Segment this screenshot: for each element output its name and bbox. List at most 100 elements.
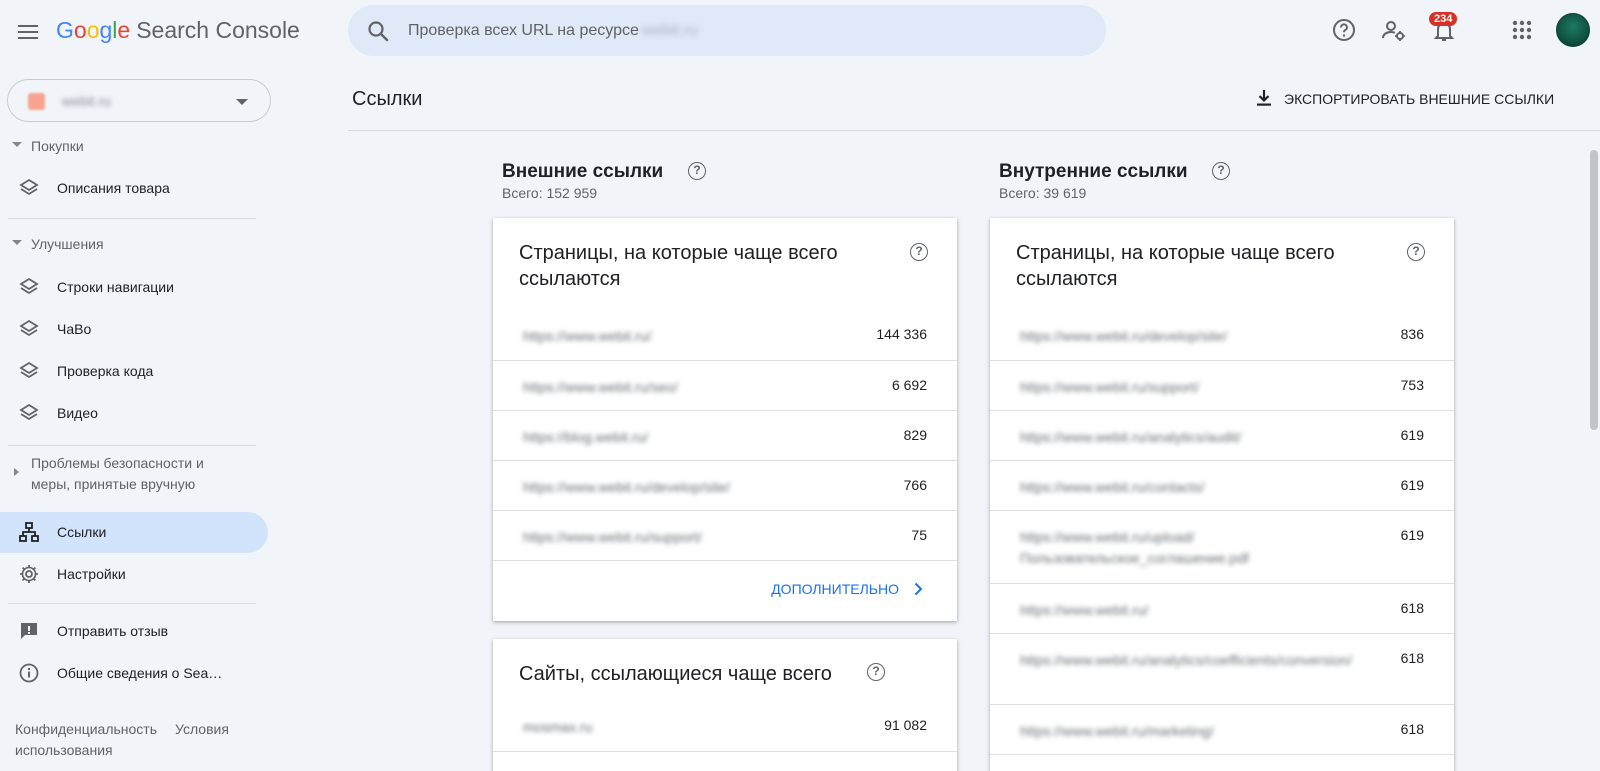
scrollbar-thumb[interactable] — [1590, 150, 1598, 430]
section-security[interactable]: Проблемы безопасности и меры, принятые в… — [0, 451, 250, 497]
account-settings-icon[interactable] — [1380, 16, 1408, 44]
link-url: https://www.webit.ru/analytics/audit/ — [1020, 429, 1241, 445]
sidebar-item-label: ЧаВо — [57, 321, 92, 337]
header-divider — [348, 130, 1600, 131]
export-external-links-button[interactable]: ЭКСПОРТИРОВАТЬ ВНЕШНИЕ ССЫЛКИ — [1250, 86, 1580, 110]
search-console-logo[interactable]: Google Search Console — [56, 17, 300, 44]
sidebar-item-settings[interactable]: Настройки — [0, 554, 268, 595]
card-title: Страницы, на которые чаще всего ссылаютс… — [519, 242, 838, 290]
link-count: 619 — [1400, 527, 1424, 543]
sidebar-item-label: Проверка кода — [57, 363, 154, 379]
more-details-link[interactable]: ДОПОЛНИТЕЛЬНО — [727, 577, 927, 601]
link-count: 829 — [903, 427, 927, 443]
more-details-label: ДОПОЛНИТЕЛЬНО — [771, 581, 899, 597]
link-url: https://www.webit.ru/ — [523, 328, 652, 344]
section-label: Покупки — [31, 138, 84, 154]
link-url: https://www.webit.ru/upload/Пользователь… — [1020, 529, 1249, 566]
link-url: https://www.webit.ru/ — [1020, 602, 1149, 618]
expand-triangle-icon — [14, 468, 19, 476]
link-count: 618 — [1400, 650, 1424, 666]
table-row[interactable]: https://www.webit.ru/seo/ 6 692 — [493, 361, 957, 411]
help-icon[interactable] — [1330, 16, 1358, 44]
page-title: Ссылки — [352, 88, 423, 110]
link-count: 618 — [1400, 721, 1424, 737]
link-url: https://www.webit.ru/contacts/ — [1020, 479, 1205, 495]
link-count: 91 082 — [884, 717, 927, 733]
sidebar-item-label: Ссылки — [57, 524, 107, 540]
link-count: 144 336 — [876, 326, 927, 342]
sidebar-item-code-check[interactable]: Проверка кода — [0, 351, 268, 392]
table-row[interactable]: https://www.webit.ru/support/ 753 — [990, 361, 1454, 411]
privacy-link[interactable]: Конфиденциальность — [15, 721, 157, 737]
internal-links-title: Внутренние ссылки — [999, 161, 1188, 182]
footer-links: Конфиденциальность Условия использования — [15, 719, 265, 761]
sidebar-item-label: Отправить отзыв — [57, 623, 169, 639]
section-shopping[interactable]: Покупки — [0, 134, 270, 158]
link-url: https://www.webit.ru/support/ — [1020, 379, 1199, 395]
link-url: https://www.webit.ru/develop/site/ — [523, 479, 730, 495]
sidebar-item-about[interactable]: Общие сведения о Sea… — [0, 653, 268, 694]
table-row[interactable]: https://www.webit.ru/develop/site/ 836 — [990, 310, 1454, 361]
account-avatar[interactable] — [1556, 13, 1590, 47]
table-row[interactable]: https://www.webit.ru/contacts/ 619 — [990, 461, 1454, 511]
property-selector[interactable]: webit.ru — [7, 79, 271, 122]
internal-top-pages-card: Страницы, на которые чаще всего ссылаютс… — [990, 218, 1454, 771]
sidebar-item-label: Строки навигации — [57, 279, 174, 295]
sidebar-item-breadcrumbs[interactable]: Строки навигации — [0, 267, 268, 308]
table-row[interactable]: https://www.webit.ru/upload/Пользователь… — [990, 511, 1454, 584]
logo-letter: G — [56, 17, 74, 43]
link-count: 6 692 — [891, 377, 927, 393]
help-icon[interactable]: ? — [1212, 162, 1230, 180]
sidebar-divider — [8, 603, 256, 604]
table-row[interactable]: https://www.webit.ru/analytics/audit/ 61… — [990, 411, 1454, 461]
main-menu-icon[interactable] — [14, 18, 42, 46]
card-title: Страницы, на которые чаще всего ссылаютс… — [1016, 242, 1335, 290]
sidebar-item-label: Видео — [57, 405, 98, 421]
info-icon — [19, 663, 39, 683]
table-row[interactable]: https://www.webit.ru/analytics/coefficie… — [990, 634, 1454, 705]
gear-icon — [20, 565, 38, 583]
property-name: webit.ru — [62, 93, 112, 109]
download-icon — [1257, 90, 1271, 106]
table-row[interactable]: https://www.webit.ru/ 618 — [990, 584, 1454, 634]
help-icon[interactable]: ? — [910, 243, 928, 261]
sidebar-item-links[interactable]: Ссылки — [0, 512, 268, 553]
logo-letter: o — [86, 17, 100, 43]
layers-icon — [19, 178, 39, 196]
link-count: 619 — [1400, 427, 1424, 443]
help-icon[interactable]: ? — [688, 162, 706, 180]
sidebar-item-faq[interactable]: ЧаВо — [0, 309, 268, 350]
logo-letter: e — [117, 17, 131, 43]
sidebar-item-label: Настройки — [57, 566, 126, 582]
feedback-icon — [21, 623, 37, 639]
table-row[interactable]: https://www.webit.ru/marketing/ 618 — [990, 705, 1454, 755]
table-row[interactable]: https://www.webit.ru/support/ 75 — [493, 511, 957, 561]
table-row[interactable]: https://www.webit.ru/develop/site/ 766 — [493, 461, 957, 511]
logo-letter: g — [99, 17, 113, 43]
sidebar-item-video[interactable]: Видео — [0, 393, 268, 434]
dropdown-caret-icon — [236, 99, 248, 105]
link-url: https://www.webit.ru/develop/site/ — [1020, 328, 1227, 344]
sidebar-item-label: Описания товара — [57, 180, 170, 196]
sidebar-item-feedback[interactable]: Отправить отзыв — [0, 611, 268, 652]
link-url: https://blog.webit.ru/ — [523, 429, 649, 445]
table-row[interactable]: https://blog.webit.ru/ 829 — [493, 411, 957, 461]
help-icon[interactable]: ? — [1407, 243, 1425, 261]
help-icon[interactable]: ? — [867, 663, 885, 681]
link-url: https://www.webit.ru/marketing/ — [1020, 723, 1214, 739]
url-inspection-search-input[interactable]: Проверка всех URL на ресурсе webit.ru — [348, 5, 1106, 56]
link-count: 618 — [1400, 600, 1424, 616]
link-count: 753 — [1400, 377, 1424, 393]
links-sitemap-icon — [19, 522, 39, 542]
product-name: Search Console — [136, 17, 300, 43]
table-row[interactable]: mosmax.ru 91 082 — [493, 701, 957, 752]
property-favicon-icon — [28, 93, 45, 110]
external-links-total: Всего: 152 959 — [502, 185, 598, 201]
google-apps-icon[interactable] — [1508, 16, 1536, 44]
collapse-triangle-icon — [12, 142, 22, 147]
section-label: Проблемы безопасности и меры, принятые в… — [31, 455, 204, 492]
section-enhancements[interactable]: Улучшения — [0, 232, 270, 256]
table-row[interactable]: https://www.webit.ru/ 144 336 — [493, 310, 957, 361]
sidebar-item-product-snippets[interactable]: Описания товара — [0, 168, 268, 209]
layers-icon — [19, 361, 39, 379]
